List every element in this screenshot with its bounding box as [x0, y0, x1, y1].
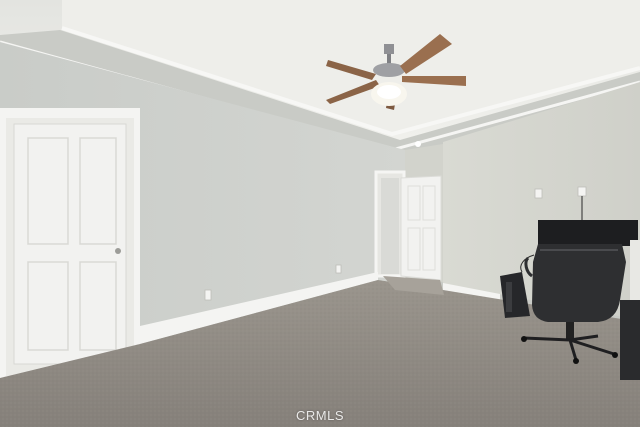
room-photo: CRMLS [0, 0, 640, 427]
computer-monitor [538, 220, 638, 246]
door-knob[interactable] [115, 248, 121, 254]
watermark-text: CRMLS [295, 408, 344, 423]
wall-outlet [204, 289, 212, 301]
room-illustration [0, 0, 640, 427]
office-chair [532, 244, 626, 322]
